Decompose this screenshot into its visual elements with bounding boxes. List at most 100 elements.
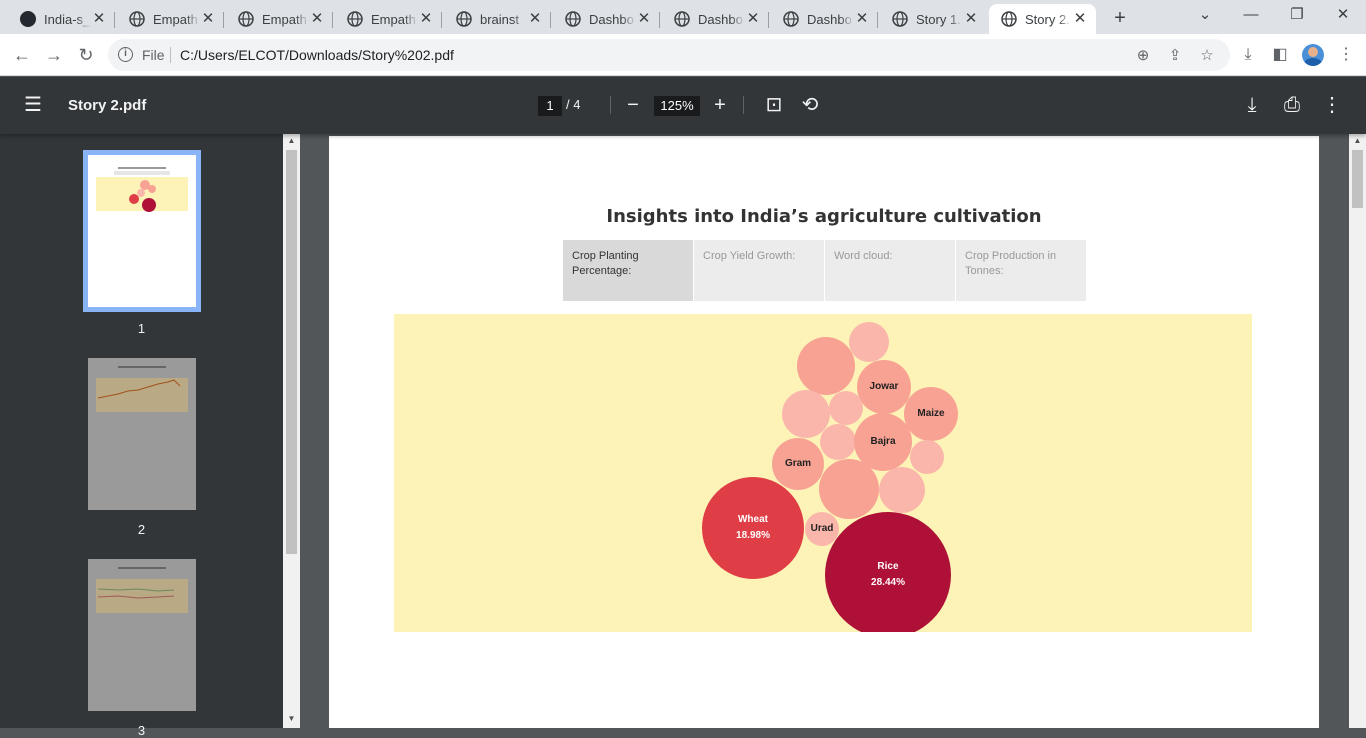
close-tab-icon[interactable]: ✕ bbox=[527, 11, 543, 27]
thumbnail-label: 1 bbox=[137, 321, 146, 336]
browser-tab-title: Empath bbox=[153, 11, 198, 27]
globe-icon bbox=[1001, 11, 1017, 27]
scroll-up-arrow-icon[interactable]: ▲ bbox=[1349, 134, 1366, 148]
bubble-value: 28.44% bbox=[871, 577, 905, 588]
restore-button[interactable]: ❐ bbox=[1274, 0, 1320, 30]
bookmark-star-icon[interactable]: ☆ bbox=[1198, 47, 1216, 65]
download-icon[interactable]: ⤓ bbox=[1240, 93, 1264, 117]
browser-toolbar: ← → ↻ i File C:/Users/ELCOT/Downloads/St… bbox=[0, 34, 1366, 76]
main-scrollbar[interactable]: ▲ bbox=[1349, 134, 1366, 728]
browser-tab-title: Empath bbox=[262, 11, 307, 27]
close-tab-icon[interactable]: ✕ bbox=[745, 11, 761, 27]
browser-tab[interactable]: Empath ✕ bbox=[335, 4, 442, 34]
globe-icon bbox=[674, 11, 690, 27]
more-actions-icon[interactable]: ⋮ bbox=[1320, 93, 1344, 117]
url-text[interactable]: C:/Users/ELCOT/Downloads/Story%202.pdf bbox=[180, 47, 454, 63]
story-tab-word-cloud[interactable]: Word cloud: bbox=[825, 240, 955, 301]
browser-tab[interactable]: Dashbo ✕ bbox=[553, 4, 660, 34]
main-scroll-thumb[interactable] bbox=[1352, 150, 1363, 208]
browser-tab[interactable]: Empath ✕ bbox=[117, 4, 224, 34]
sidebar-scrollbar[interactable]: ▲ ▼ bbox=[283, 134, 300, 728]
browser-tab[interactable]: Empath ✕ bbox=[226, 4, 333, 34]
bubble-name: Bajra bbox=[870, 436, 896, 447]
zoom-in-icon[interactable]: + bbox=[708, 93, 732, 117]
bubble-label: Bajra bbox=[870, 434, 895, 450]
close-tab-icon[interactable]: ✕ bbox=[309, 11, 325, 27]
browser-tab-title: Dashbo bbox=[807, 11, 852, 27]
bubble-mark[interactable] bbox=[879, 467, 925, 513]
new-tab-button[interactable]: + bbox=[1108, 6, 1132, 30]
browser-tab-title: Story 1. bbox=[916, 11, 961, 27]
page-number-input[interactable]: 1 bbox=[538, 96, 562, 116]
minimize-button[interactable]: — bbox=[1228, 0, 1274, 30]
globe-icon bbox=[347, 11, 363, 27]
bubble-name: Rice bbox=[877, 561, 899, 572]
bubble-mark[interactable] bbox=[797, 337, 855, 395]
omnibox-divider bbox=[170, 47, 171, 63]
tab-search-icon[interactable]: ⌄ bbox=[1182, 0, 1228, 30]
pdf-filename: Story 2.pdf bbox=[68, 97, 147, 114]
browser-tab-title: India-s_ bbox=[44, 11, 91, 27]
page-thumbnail-3[interactable] bbox=[88, 559, 196, 711]
close-tab-icon[interactable]: ✕ bbox=[854, 11, 870, 27]
globe-icon bbox=[456, 11, 472, 27]
browser-tab[interactable]: Dashbo ✕ bbox=[662, 4, 769, 34]
browser-menu-icon[interactable]: ⋮ bbox=[1336, 45, 1356, 65]
browser-tab-title: brainst bbox=[480, 11, 520, 27]
zoom-out-icon[interactable]: − bbox=[621, 93, 645, 117]
close-tab-icon[interactable]: ✕ bbox=[418, 11, 434, 27]
page-thumbnail-1[interactable] bbox=[83, 150, 201, 312]
fit-to-page-icon[interactable]: ⊡ bbox=[762, 93, 786, 117]
print-icon[interactable]: ⎙ bbox=[1280, 93, 1304, 117]
page-thumbnail-preview bbox=[96, 167, 188, 212]
browser-tab-title: Dashbo bbox=[698, 11, 743, 27]
browser-tab-title: Story 2. bbox=[1025, 11, 1070, 27]
browser-tab-strip: India-s_ ✕ Empath ✕ Empath ✕ Empath ✕ brainst ✕ Da… bbox=[0, 0, 1366, 34]
site-info-icon[interactable]: i bbox=[118, 47, 133, 62]
close-tab-icon[interactable]: ✕ bbox=[200, 11, 216, 27]
close-tab-icon[interactable]: ✕ bbox=[963, 11, 979, 27]
browser-tab[interactable]: Story 2. ✕ bbox=[989, 4, 1096, 34]
profile-avatar[interactable] bbox=[1302, 44, 1324, 66]
browser-tab-title: Dashbo bbox=[589, 11, 634, 27]
browser-tab[interactable]: India-s_ ✕ bbox=[8, 4, 115, 34]
globe-icon bbox=[129, 11, 145, 27]
bubble-mark[interactable] bbox=[849, 322, 889, 362]
zoom-icon[interactable]: ⊕ bbox=[1134, 47, 1152, 65]
zoom-level-input[interactable]: 125% bbox=[654, 96, 700, 116]
back-icon[interactable]: ← bbox=[10, 43, 34, 67]
globe-icon bbox=[783, 11, 799, 27]
story-tab-crop-planting[interactable]: Crop Planting Percentage: bbox=[563, 240, 693, 301]
story-tab-crop-production[interactable]: Crop Production in Tonnes: bbox=[956, 240, 1086, 301]
bubble-mark[interactable] bbox=[820, 424, 856, 460]
story-tab-crop-yield[interactable]: Crop Yield Growth: bbox=[694, 240, 824, 301]
address-bar[interactable]: i File C:/Users/ELCOT/Downloads/Story%20… bbox=[108, 39, 1230, 71]
bubble-label: Urad bbox=[811, 521, 834, 537]
bubble-mark[interactable] bbox=[829, 391, 863, 425]
downloads-icon[interactable]: ⤓ bbox=[1238, 45, 1258, 65]
close-tab-icon[interactable]: ✕ bbox=[91, 11, 107, 27]
thumbnail-label: 3 bbox=[137, 723, 146, 738]
browser-tab[interactable]: Dashbo ✕ bbox=[771, 4, 878, 34]
scroll-down-arrow-icon[interactable]: ▼ bbox=[283, 712, 300, 726]
close-tab-icon[interactable]: ✕ bbox=[1072, 11, 1088, 27]
side-panel-icon[interactable]: ◧ bbox=[1270, 45, 1290, 65]
thumbnail-sidebar: 1 2 3 bbox=[0, 134, 283, 738]
page-thumbnail-2[interactable] bbox=[88, 358, 196, 510]
rotate-icon[interactable]: ⟲ bbox=[798, 93, 822, 117]
reload-icon[interactable]: ↻ bbox=[74, 43, 98, 67]
share-icon[interactable]: ⇪ bbox=[1166, 47, 1184, 65]
toolbar-separator bbox=[610, 96, 611, 114]
close-window-button[interactable]: ✕ bbox=[1320, 0, 1366, 30]
forward-icon[interactable]: → bbox=[42, 43, 66, 67]
bubble-name: Gram bbox=[784, 458, 812, 469]
sidebar-scroll-thumb[interactable] bbox=[286, 150, 297, 554]
scroll-up-arrow-icon[interactable]: ▲ bbox=[283, 134, 300, 148]
bubble-mark[interactable] bbox=[910, 440, 944, 474]
browser-tab[interactable]: brainst ✕ bbox=[444, 4, 551, 34]
browser-tab[interactable]: Story 1. ✕ bbox=[880, 4, 987, 34]
bubble-mark[interactable] bbox=[819, 459, 879, 519]
hamburger-menu-icon[interactable]: ☰ bbox=[24, 95, 44, 115]
bubble-value: 18.98% bbox=[736, 530, 770, 541]
close-tab-icon[interactable]: ✕ bbox=[636, 11, 652, 27]
